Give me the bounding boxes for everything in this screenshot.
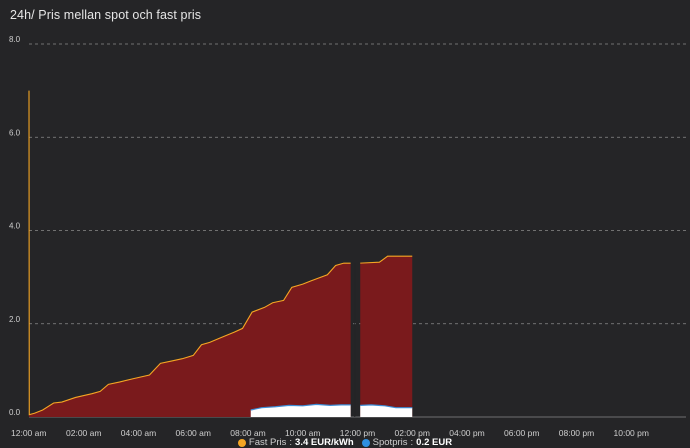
chart-card: 24h/ Pris mellan spot och fast pris 0.0 2…: [0, 0, 690, 448]
fast-dot-icon: [237, 438, 246, 447]
y-tick-label: 0.0: [9, 408, 21, 417]
price-chart: 0.02.04.06.08.012:00 am 02:00 am 04:00 am 0…: [9, 35, 686, 438]
legend-spot-name: Spotpris: [372, 437, 408, 448]
legend-fast-name: Fast Pris: [248, 437, 287, 448]
y-tick-label: 2.0: [9, 315, 21, 324]
legend: Fast Pris: 3.4 EUR/kWh Spotpris: 0.2 EUR: [0, 437, 690, 448]
grid-layer: [29, 43, 686, 418]
fast-price-area: [360, 256, 413, 417]
legend-fast-value: 3.4 EUR/kWh: [295, 437, 354, 448]
y-tick-label: 8.0: [9, 35, 21, 44]
spot-dot-icon: [361, 438, 370, 447]
y-tick-label: 6.0: [9, 128, 21, 137]
legend-spot-value: 0.2 EUR: [416, 437, 453, 448]
fast-price-area: [29, 90, 351, 417]
y-tick-label: 4.0: [9, 222, 21, 231]
legend-item-fast[interactable]: Fast Pris: 3.4 EUR/kWh: [237, 437, 354, 448]
area-layer: [28, 90, 413, 417]
legend-item-spot[interactable]: Spotpris: 0.2 EUR: [361, 437, 453, 448]
